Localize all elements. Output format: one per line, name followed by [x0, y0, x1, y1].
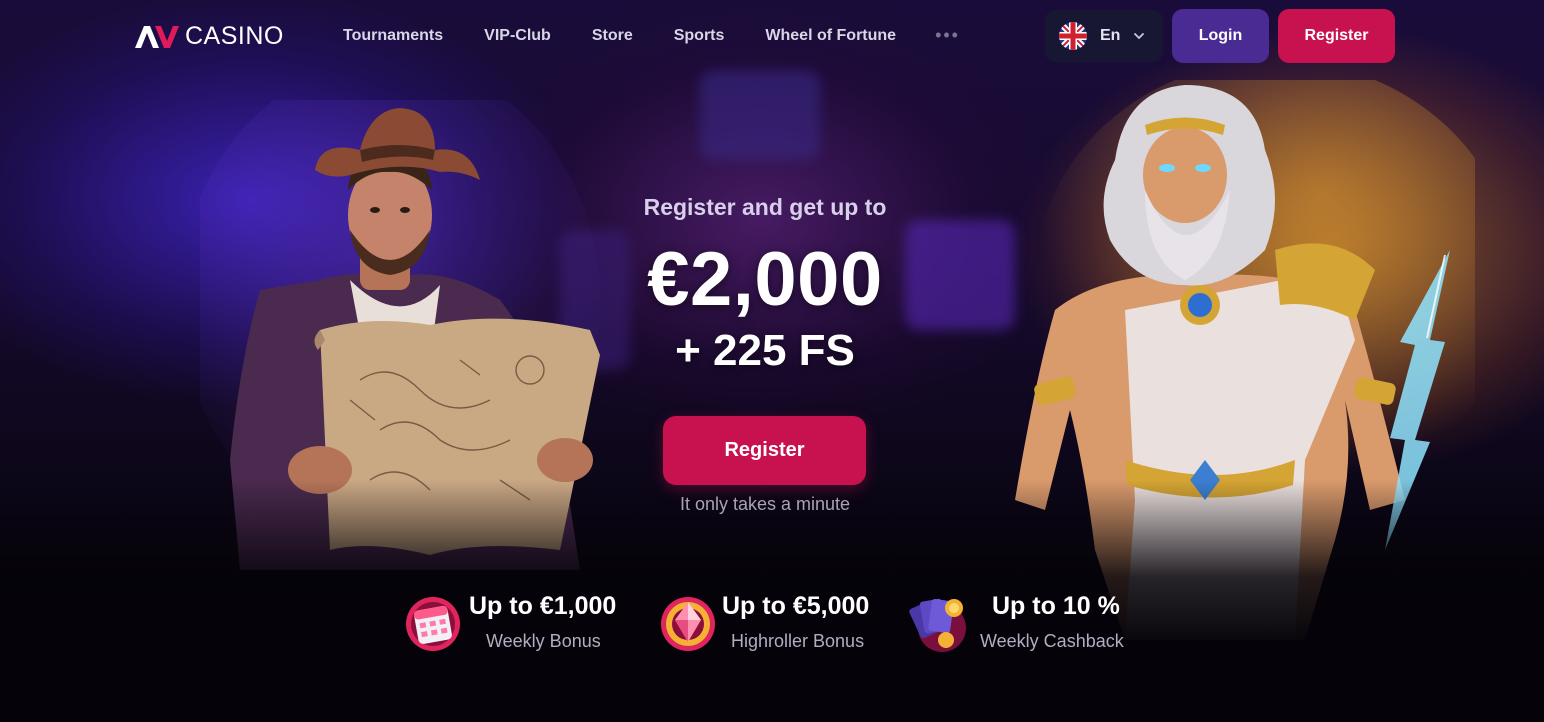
promo-subtitle: Register and get up to — [643, 194, 887, 220]
nav-item-sports[interactable]: Sports — [674, 27, 725, 45]
slot-machine-glow — [700, 70, 820, 160]
bonus-label: Weekly Bonus — [486, 631, 601, 651]
bonus-label: Highroller Bonus — [731, 631, 865, 651]
logo-text: CASINO — [185, 22, 284, 50]
header-register-button[interactable]: Register — [1278, 9, 1395, 63]
promo-register-button[interactable]: Register — [663, 416, 866, 485]
calendar-icon — [406, 597, 460, 651]
main-nav: Tournaments VIP-Club Store Sports Wheel … — [343, 25, 960, 46]
nav-item-store[interactable]: Store — [592, 27, 633, 45]
bonus-weekly[interactable]: Up to €1,000 Weekly Bonus — [402, 588, 632, 658]
cards-coin-icon — [909, 598, 966, 652]
bonus-title: Up to €5,000 — [722, 592, 870, 620]
more-dots-icon[interactable]: ••• — [935, 25, 960, 46]
av-logo-icon — [135, 25, 179, 48]
bonus-highroller[interactable]: Up to €5,000 Highroller Bonus — [657, 588, 889, 658]
chevron-down-icon — [1134, 33, 1144, 40]
bonus-title: Up to 10 % — [992, 592, 1120, 620]
casino-logo[interactable]: CASINO — [135, 22, 284, 51]
promo-note: It only takes a minute — [679, 494, 851, 514]
diamond-icon — [661, 597, 715, 651]
uk-flag-icon — [1059, 22, 1087, 50]
bonus-title: Up to €1,000 — [469, 592, 617, 620]
login-button[interactable]: Login — [1172, 9, 1269, 63]
promo-amount: €2,000 — [647, 237, 883, 322]
language-selector[interactable]: En — [1045, 10, 1163, 62]
bonus-cashback[interactable]: Up to 10 % Weekly Cashback — [908, 588, 1140, 658]
nav-item-wheel-of-fortune[interactable]: Wheel of Fortune — [765, 27, 896, 45]
bonus-label: Weekly Cashback — [980, 631, 1124, 651]
promo-free-spins: + 225 FS — [675, 326, 855, 375]
site-header: CASINO Tournaments VIP-Club Store Sports… — [0, 0, 1544, 72]
nav-item-vip-club[interactable]: VIP-Club — [484, 27, 551, 45]
nav-item-tournaments[interactable]: Tournaments — [343, 27, 443, 45]
language-label: En — [1100, 27, 1121, 44]
